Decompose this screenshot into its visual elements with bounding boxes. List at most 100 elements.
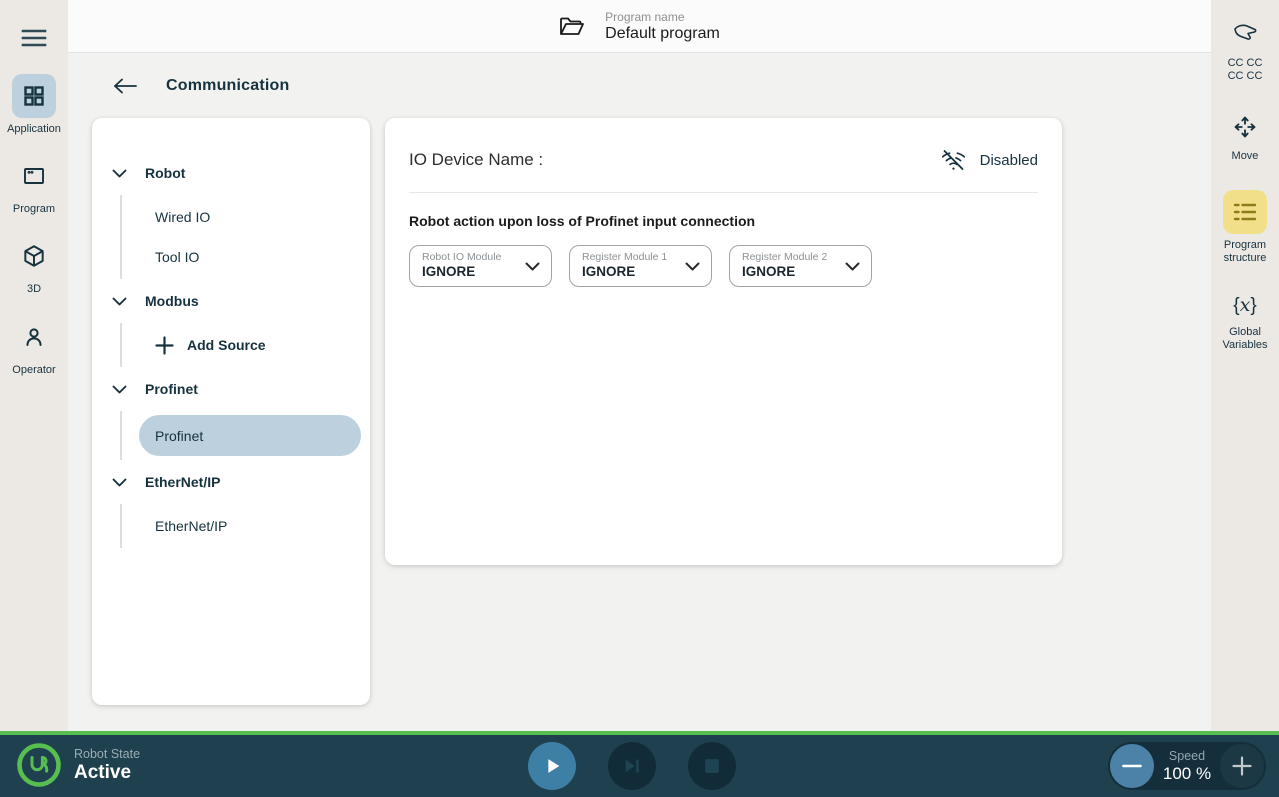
dropdown-value: IGNORE	[742, 264, 841, 279]
chevron-down-icon	[112, 385, 127, 394]
left-sidebar: Application Program 3D	[0, 0, 68, 731]
register-module-1-dropdown[interactable]: Register Module 1 IGNORE	[569, 245, 712, 287]
play-button[interactable]	[528, 742, 576, 790]
rail-item-program-structure[interactable]: Program structure	[1222, 190, 1267, 265]
cube-icon	[12, 234, 56, 278]
divider	[409, 192, 1038, 193]
tree-section-robot[interactable]: Robot	[92, 151, 370, 195]
rail-item-freedrive[interactable]: CC CC CC CC	[1222, 16, 1267, 83]
chevron-down-icon	[685, 262, 700, 271]
hamburger-menu-button[interactable]	[12, 16, 56, 60]
chevron-down-icon	[112, 478, 127, 487]
plus-icon	[155, 336, 174, 355]
speed-control: Speed 100 %	[1108, 742, 1266, 790]
tree-children-ethernet-ip: EtherNet/IP	[120, 504, 370, 548]
tree-section-profinet[interactable]: Profinet	[92, 367, 370, 411]
sidebar-item-label: 3D	[27, 283, 41, 296]
dropdown-value: IGNORE	[422, 264, 521, 279]
rail-item-label: Global Variables	[1222, 326, 1267, 352]
dropdown-label: Robot IO Module	[422, 251, 521, 263]
chevron-down-icon	[112, 169, 127, 178]
dropdown-value: IGNORE	[582, 264, 681, 279]
robot-state-label: Robot State	[74, 747, 140, 761]
sidebar-item-application[interactable]: Application	[7, 74, 61, 136]
tree-children-profinet: Profinet	[120, 411, 370, 460]
dropdown-label: Register Module 2	[742, 251, 841, 263]
person-icon	[12, 315, 56, 359]
app-window: Application Program 3D	[0, 0, 1279, 797]
speed-label: Speed	[1169, 749, 1205, 763]
rail-item-global-variables[interactable]: {x} Global Variables	[1222, 291, 1267, 352]
program-name-label: Program name	[605, 10, 720, 24]
play-icon	[541, 755, 563, 777]
variables-icon: {x}	[1223, 291, 1267, 321]
window-icon	[12, 154, 56, 198]
speed-value: 100 %	[1163, 764, 1211, 784]
plus-icon	[1232, 756, 1252, 776]
page-header: Communication	[112, 73, 290, 99]
io-device-name-label: IO Device Name :	[409, 142, 543, 170]
panel-subtitle: Robot action upon loss of Profinet input…	[409, 213, 1038, 229]
page-title: Communication	[166, 77, 290, 95]
dropdown-label: Register Module 1	[582, 251, 681, 263]
tree-section-ethernet-ip[interactable]: EtherNet/IP	[92, 460, 370, 504]
stop-button[interactable]	[688, 742, 736, 790]
tree-children-modbus: Add Source	[120, 323, 370, 367]
move-arrows-icon	[1223, 109, 1267, 145]
sidebar-item-program[interactable]: Program	[7, 154, 61, 216]
skip-next-icon	[621, 755, 643, 777]
arrow-left-icon	[112, 77, 138, 95]
right-sidebar: CC CC CC CC Move	[1211, 0, 1279, 731]
program-name-value: Default program	[605, 25, 720, 43]
top-header: Program name Default program	[68, 0, 1211, 53]
tree-item-ethernet-ip[interactable]: EtherNet/IP	[122, 506, 370, 546]
robot-state-value: Active	[74, 762, 140, 784]
panel-header: IO Device Name : Disabled	[409, 142, 1038, 192]
speed-decrease-button[interactable]	[1110, 744, 1154, 788]
stop-icon	[701, 755, 723, 777]
tree-section-label: Profinet	[145, 381, 198, 397]
robot-control-footer: Robot State Active	[0, 731, 1279, 797]
main-content: Communication Robot Wired IO Tool IO	[68, 53, 1211, 731]
rail-item-move[interactable]: Move	[1222, 109, 1267, 163]
action-dropdown-row: Robot IO Module IGNORE Register Module 1…	[409, 245, 1038, 287]
chevron-down-icon	[525, 262, 540, 271]
robot-io-module-dropdown[interactable]: Robot IO Module IGNORE	[409, 245, 552, 287]
freedrive-hand-icon	[1223, 16, 1267, 52]
communication-tree: Robot Wired IO Tool IO Modbus	[92, 118, 370, 548]
robot-state-button[interactable]: Robot State Active	[16, 742, 140, 788]
rail-item-label: Program structure	[1224, 239, 1267, 265]
tree-section-label: Modbus	[145, 293, 199, 309]
sidebar-item-label: Program	[13, 203, 55, 216]
tree-item-profinet-selected[interactable]: Profinet	[139, 415, 361, 456]
communication-tree-card: Robot Wired IO Tool IO Modbus	[92, 118, 370, 705]
skip-next-button[interactable]	[608, 742, 656, 790]
folder-open-icon	[559, 15, 585, 37]
tree-item-label: EtherNet/IP	[155, 518, 227, 534]
speed-increase-button[interactable]	[1220, 744, 1264, 788]
register-module-2-dropdown[interactable]: Register Module 2 IGNORE	[729, 245, 872, 287]
tree-children-robot: Wired IO Tool IO	[120, 195, 370, 279]
tree-section-label: Robot	[145, 165, 185, 181]
list-icon	[1223, 190, 1267, 234]
tree-item-label: Tool IO	[155, 249, 199, 265]
tree-item-wired-io[interactable]: Wired IO	[122, 197, 370, 237]
ur-logo	[16, 742, 62, 788]
connection-status: Disabled	[940, 142, 1038, 173]
tree-item-tool-io[interactable]: Tool IO	[122, 237, 370, 277]
grid-icon	[12, 74, 56, 118]
add-source-button[interactable]: Add Source	[122, 325, 370, 365]
tree-section-label: EtherNet/IP	[145, 474, 220, 490]
sidebar-item-3d[interactable]: 3D	[7, 234, 61, 296]
tree-item-label: Profinet	[155, 428, 203, 444]
rail-item-label: CC CC CC CC	[1228, 57, 1263, 83]
tree-item-label: Wired IO	[155, 209, 210, 225]
sidebar-item-label: Application	[7, 123, 61, 136]
status-badge: Disabled	[980, 152, 1038, 169]
tree-section-modbus[interactable]: Modbus	[92, 279, 370, 323]
back-button[interactable]	[112, 73, 138, 99]
speed-readout: Speed 100 %	[1154, 749, 1220, 784]
sidebar-item-operator[interactable]: Operator	[7, 315, 61, 377]
rail-item-label: Move	[1232, 150, 1259, 163]
program-selector[interactable]: Program name Default program	[559, 10, 720, 43]
